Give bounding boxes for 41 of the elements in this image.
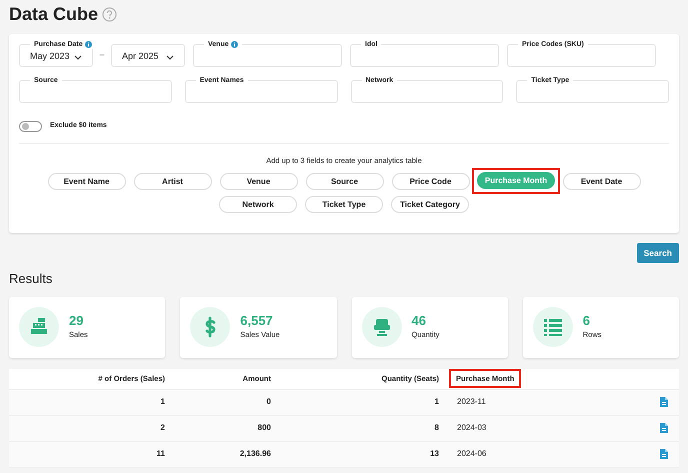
document-icon[interactable]	[660, 423, 668, 434]
stat-value: 29	[69, 313, 84, 330]
section-title: Results	[9, 271, 54, 287]
search-button[interactable]: Search	[636, 242, 679, 264]
stat-value: 6	[582, 313, 591, 330]
table-cell-text: 1	[434, 396, 440, 408]
table-cell-text: 13	[429, 448, 440, 460]
table-cell-text: 0	[266, 396, 272, 408]
field-chip[interactable]: Event Date	[562, 172, 640, 190]
caret-icon	[74, 54, 82, 60]
list-icon	[542, 316, 564, 338]
field-chip[interactable]: Network	[219, 196, 297, 213]
range-separator: –	[98, 49, 106, 62]
date-select[interactable]: Apr 2025	[111, 44, 185, 67]
select-value: Apr 2025	[122, 50, 159, 64]
field-chip[interactable]: Artist	[134, 172, 212, 190]
table-cell-text: 11	[156, 448, 166, 460]
caret-icon	[166, 54, 174, 60]
select-value: May 2023	[30, 50, 70, 64]
table-cell-text: 2,136.96	[238, 448, 272, 460]
field-chip[interactable]: Venue	[220, 172, 298, 190]
table-cell-text: 2	[160, 422, 166, 434]
page-title: Data Cube	[9, 4, 98, 26]
table-cell-text: 2024-03	[456, 422, 488, 434]
toggle-switch[interactable]	[19, 120, 42, 132]
field-chip[interactable]: Price Code	[392, 172, 470, 190]
document-icon[interactable]	[660, 449, 668, 460]
table-cell-text: 2024-06	[456, 448, 488, 460]
document-icon[interactable]	[660, 397, 668, 408]
table-cell-text: 8	[434, 422, 440, 434]
field-chip[interactable]: Source	[306, 172, 384, 190]
stat-value: 6,557	[240, 313, 274, 330]
help-icon	[102, 7, 118, 22]
info-icon	[84, 40, 92, 48]
table-cell-text: 2023-11	[456, 396, 487, 408]
table-cell-text: 1	[160, 396, 166, 408]
table-cell-text: 800	[256, 422, 272, 434]
stat-value: 46	[412, 313, 427, 330]
field-chip[interactable]: Event Name	[48, 172, 126, 190]
field-chip[interactable]: Ticket Type	[305, 196, 383, 213]
field-chip[interactable]: Ticket Category	[391, 196, 469, 213]
